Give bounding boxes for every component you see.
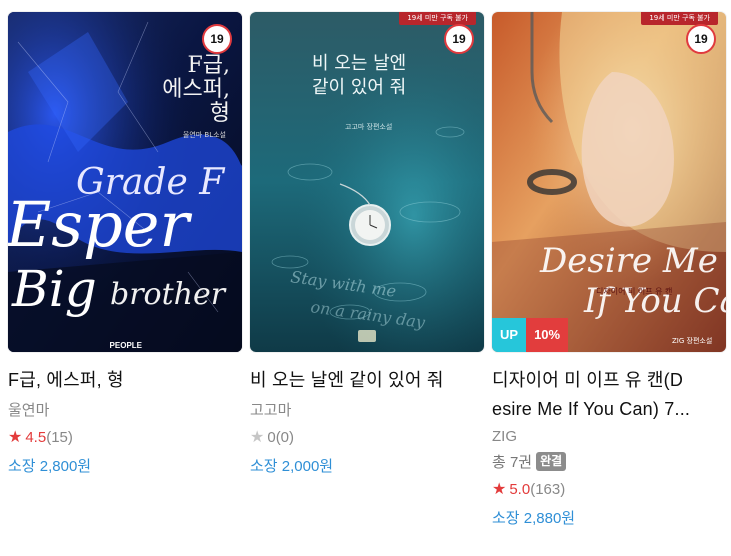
age-rating-badge: 19 xyxy=(686,24,716,54)
review-count: (163) xyxy=(530,481,566,498)
cover-title: 비 오는 날엔 같이 있어 줘 xyxy=(312,53,407,98)
volume-count: 총 7권 xyxy=(492,454,533,471)
age-rating-badge: 19 xyxy=(444,24,474,54)
book-card-2[interactable]: Stay with me on a rainy day 19세 미만 구독 불가… xyxy=(250,12,484,476)
book-title[interactable]: F급, 에스퍼, 형 xyxy=(8,366,242,395)
cover-script-title-1: Desire Me xyxy=(539,241,718,281)
cover-art-3: Desire Me If You Can 디자이어 미 이프 유 캔 ZIG 장… xyxy=(492,12,726,352)
rating-score: 5.0 xyxy=(509,481,531,498)
book-title[interactable]: 디자이어 미 이프 유 캔(D esire Me If You Can) 7..… xyxy=(492,366,726,424)
review-count: (15) xyxy=(46,429,73,446)
star-icon: ★ xyxy=(492,480,507,498)
book-price: 소장 2,000원 xyxy=(250,458,334,475)
age-rating-badge: 19 xyxy=(202,24,232,54)
promo-badges: UP 10% xyxy=(492,318,569,352)
book-rating: ★ 4.5 (15) xyxy=(8,429,242,446)
volume-info: 총 7권 완결 xyxy=(492,451,726,472)
star-icon: ★ xyxy=(250,428,265,446)
book-author[interactable]: 고고마 xyxy=(250,399,484,420)
complete-badge: 완결 xyxy=(536,452,567,471)
rating-score: 4.5 xyxy=(25,429,47,446)
cover-author-credit: 고고마 장편소설 xyxy=(345,123,393,131)
book-price: 소장 2,800원 xyxy=(8,458,92,475)
age-restriction-banner: 19세 미만 구독 불가 xyxy=(399,12,476,25)
cover-credit: ZIG 장편소설 xyxy=(672,336,712,345)
book-rating: ★ 0 (0) xyxy=(250,429,484,446)
book-card-3[interactable]: Desire Me If You Can 디자이어 미 이프 유 캔 ZIG 장… xyxy=(492,12,726,528)
discount-badge: 10% xyxy=(526,318,569,352)
cover-title-ko: F급, 에스퍼, 형 xyxy=(162,53,230,126)
book-title[interactable]: 비 오는 날엔 같이 있어 줘 xyxy=(250,366,484,395)
book-author[interactable]: ZIG xyxy=(492,428,726,445)
cover-ko-subtitle: 디자이어 미 이프 유 캔 xyxy=(596,286,672,296)
book-cover-2[interactable]: Stay with me on a rainy day 19세 미만 구독 불가… xyxy=(250,12,484,352)
book-cover-3[interactable]: Desire Me If You Can 디자이어 미 이프 유 캔 ZIG 장… xyxy=(492,12,726,352)
cover-publisher: PEOPLE xyxy=(109,341,142,350)
book-price: 소장 2,880원 xyxy=(492,510,576,527)
book-rating: ★ 5.0 (163) xyxy=(492,481,726,498)
rating-score: 0 xyxy=(267,429,276,446)
star-icon: ★ xyxy=(8,428,23,446)
age-restriction-banner: 19세 미만 구독 불가 xyxy=(641,12,718,25)
book-card-1[interactable]: 19 F급, 에스퍼, 형 울연마 BL소설 Grade F Esper Big… xyxy=(8,12,242,476)
book-cover-1[interactable]: 19 F급, 에스퍼, 형 울연마 BL소설 Grade F Esper Big… xyxy=(8,12,242,352)
cover-author-credit: 울연마 BL소설 xyxy=(182,131,226,139)
review-count: (0) xyxy=(275,429,295,446)
book-author[interactable]: 울연마 xyxy=(8,399,242,420)
update-badge: UP xyxy=(492,318,527,352)
